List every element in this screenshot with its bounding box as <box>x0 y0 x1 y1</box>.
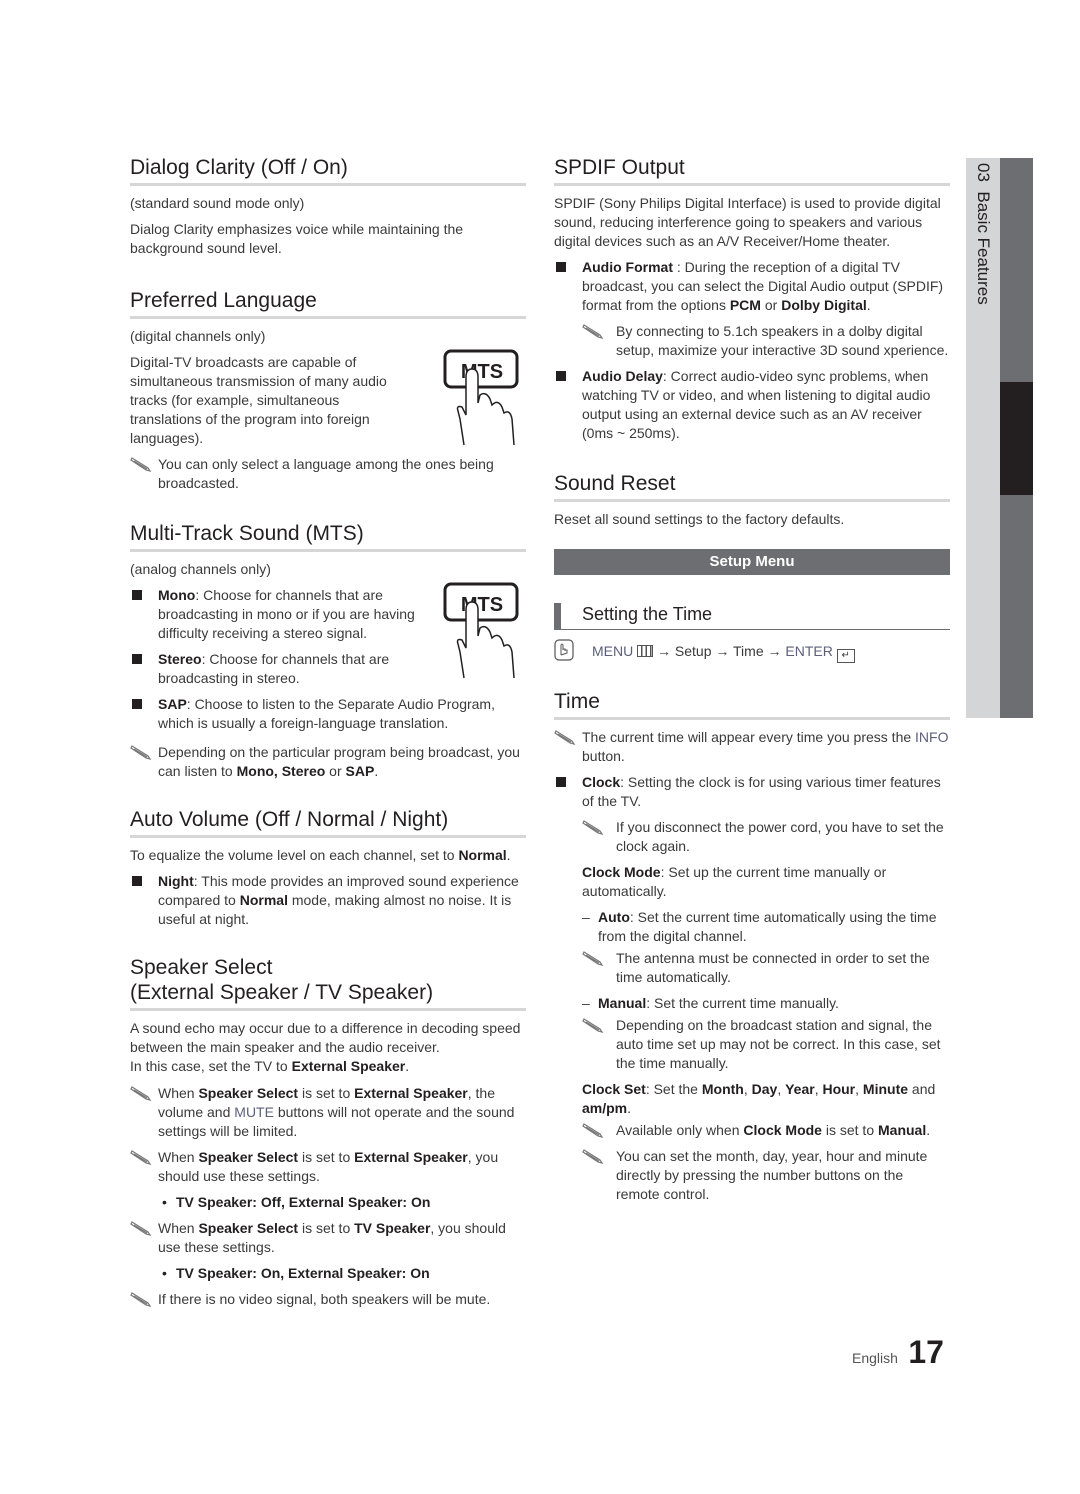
enter-key: ENTER <box>785 643 833 659</box>
note: Depending on the broadcast station and s… <box>582 1016 950 1073</box>
heading-auto-volume: Auto Volume (Off / Normal / Night) <box>130 807 526 838</box>
list-item-stereo: Stereo: Choose for channels that are bro… <box>130 650 420 688</box>
note: By connecting to 5.1ch speakers in a dol… <box>582 322 950 360</box>
section-dialog-clarity: Dialog Clarity (Off / On) (standard soun… <box>130 155 526 258</box>
scope-text: (standard sound mode only) <box>130 195 305 211</box>
mts-remote-button-icon: MTS <box>443 349 519 446</box>
note: If you disconnect the power cord, you ha… <box>582 818 950 856</box>
list-item-audio-format: Audio Format : During the reception of a… <box>554 258 950 315</box>
body-text: Reset all sound settings to the factory … <box>554 511 845 527</box>
note: You can set the month, day, year, hour a… <box>582 1147 950 1204</box>
note-pencil-icon <box>582 324 604 339</box>
square-bullet-icon <box>556 262 566 272</box>
list-item-mono: Mono: Choose for channels that are broad… <box>130 586 420 643</box>
heading-preferred-language: Preferred Language <box>130 288 526 319</box>
chapter-index-marker <box>1000 382 1033 495</box>
section-auto-volume: Auto Volume (Off / Normal / Night) To eq… <box>130 807 526 929</box>
heading-speaker-select: Speaker Select (External Speaker / TV Sp… <box>130 955 526 1011</box>
note: The antenna must be connected in order t… <box>582 949 950 987</box>
left-column: Dialog Clarity (Off / On) (standard soun… <box>130 155 526 1331</box>
list-item-night: Night: This mode provides an improved so… <box>130 872 526 929</box>
note: When Speaker Select is set to External S… <box>130 1084 526 1141</box>
heading-spdif: SPDIF Output <box>554 155 950 186</box>
note-pencil-icon <box>582 951 604 966</box>
note: If there is no video signal, both speake… <box>130 1290 526 1309</box>
square-bullet-icon <box>132 590 142 600</box>
note-pencil-icon <box>582 1149 604 1164</box>
section-sound-reset: Sound Reset Reset all sound settings to … <box>554 471 950 529</box>
menu-key: MENU <box>592 643 634 659</box>
square-bullet-icon <box>132 699 142 709</box>
note-pencil-icon <box>582 1018 604 1033</box>
section-preferred-language: Preferred Language (digital channels onl… <box>130 288 526 493</box>
mts-remote-button-icon: MTS <box>443 582 519 679</box>
heading-sound-reset: Sound Reset <box>554 471 950 502</box>
heading-dialog-clarity: Dialog Clarity (Off / On) <box>130 155 526 186</box>
menu-path: MENU → Setup → Time → ENTER ↵ <box>554 639 950 663</box>
section-spdif: SPDIF Output SPDIF (Sony Philips Digital… <box>554 155 950 443</box>
note-pencil-icon <box>130 1150 152 1165</box>
section-speaker-select: Speaker Select (External Speaker / TV Sp… <box>130 955 526 1309</box>
scope-text: (digital channels only) <box>130 328 266 344</box>
clock-mode-text: Clock Mode: Set up the current time manu… <box>582 864 887 899</box>
list-item-clock: Clock: Setting the clock is for using va… <box>554 773 950 811</box>
note-pencil-icon <box>582 820 604 835</box>
body-text: SPDIF (Sony Philips Digital Interface) i… <box>554 195 941 249</box>
note: Depending on the particular program bein… <box>130 743 526 781</box>
settings-bullet: • TV Speaker: On, External Speaker: On <box>162 1265 430 1281</box>
scope-text: (analog channels only) <box>130 561 271 577</box>
remote-hand-icon <box>554 639 574 661</box>
setup-menu-banner: Setup Menu <box>554 549 950 575</box>
option-manual: – Manual: Set the current time manually. <box>582 995 839 1011</box>
dot-bullet-icon: • <box>162 1265 167 1281</box>
menu-key-icon <box>637 645 654 657</box>
right-column: SPDIF Output SPDIF (Sony Philips Digital… <box>554 155 950 1226</box>
note-pencil-icon <box>130 1292 152 1307</box>
note: When Speaker Select is set to External S… <box>130 1148 526 1186</box>
dot-bullet-icon: • <box>162 1194 167 1210</box>
enter-key-icon: ↵ <box>836 649 855 663</box>
note: The current time will appear every time … <box>554 728 950 766</box>
chapter-number: 03 <box>974 163 993 182</box>
square-bullet-icon <box>556 777 566 787</box>
note: Available only when Clock Mode is set to… <box>582 1121 950 1140</box>
square-bullet-icon <box>556 371 566 381</box>
note-pencil-icon <box>554 730 576 745</box>
page-footer: English 17 <box>852 1334 944 1371</box>
subheading-marker <box>554 603 561 629</box>
heading-time: Time <box>554 689 950 720</box>
section-time: Time The current time will appear every … <box>554 689 950 1204</box>
square-bullet-icon <box>132 654 142 664</box>
note: When Speaker Select is set to TV Speaker… <box>130 1219 526 1257</box>
note-pencil-icon <box>130 745 152 760</box>
note-pencil-icon <box>582 1123 604 1138</box>
body-text: Digital-TV broadcasts are capable of sim… <box>130 354 387 446</box>
heading-mts: Multi-Track Sound (MTS) <box>130 521 526 552</box>
note-pencil-icon <box>130 1221 152 1236</box>
page-number: 17 <box>908 1334 944 1370</box>
footer-language: English <box>852 1350 898 1366</box>
square-bullet-icon <box>132 876 142 886</box>
settings-bullet: • TV Speaker: Off, External Speaker: On <box>162 1194 431 1210</box>
clock-set-text: Clock Set: Set the Month, Day, Year, Hou… <box>582 1081 936 1116</box>
note: You can only select a language among the… <box>130 455 526 493</box>
list-item-audio-delay: Audio Delay: Correct audio-video sync pr… <box>554 367 950 443</box>
section-mts: Multi-Track Sound (MTS) (analog channels… <box>130 521 526 781</box>
note-pencil-icon <box>130 457 152 472</box>
note-pencil-icon <box>130 1086 152 1101</box>
option-auto: – Auto: Set the current time automaticall… <box>582 909 937 944</box>
chapter-tab-label[interactable]: 03 Basic Features <box>969 163 997 305</box>
body-text: Dialog Clarity emphasizes voice while ma… <box>130 221 464 256</box>
subheading-setting-the-time: Setting the Time <box>554 603 950 630</box>
list-item-sap: SAP: Choose to listen to the Separate Au… <box>130 695 526 733</box>
body-text: To equalize the volume level on each cha… <box>130 847 511 863</box>
chapter-title: Basic Features <box>974 191 993 305</box>
body-text: A sound echo may occur due to a differen… <box>130 1020 521 1074</box>
